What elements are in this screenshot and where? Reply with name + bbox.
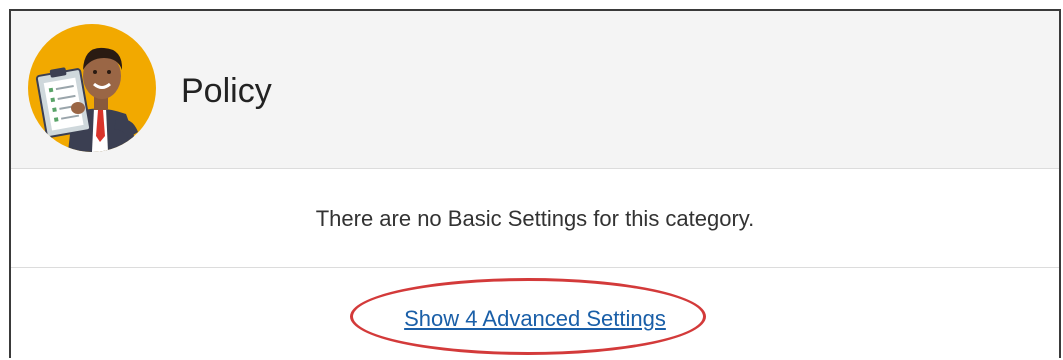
page-title: Policy bbox=[181, 72, 272, 110]
avatar-icon bbox=[28, 24, 156, 152]
show-advanced-settings-link[interactable]: Show 4 Advanced Settings bbox=[11, 306, 1059, 332]
basic-settings-section: There are no Basic Settings for this cat… bbox=[11, 169, 1059, 268]
advanced-settings-section: Show 4 Advanced Settings bbox=[11, 268, 1059, 360]
policy-panel: Policy There are no Basic Settings for t… bbox=[9, 9, 1061, 358]
panel-header: Policy bbox=[11, 11, 1059, 169]
no-basic-settings-message: There are no Basic Settings for this cat… bbox=[315, 206, 755, 231]
